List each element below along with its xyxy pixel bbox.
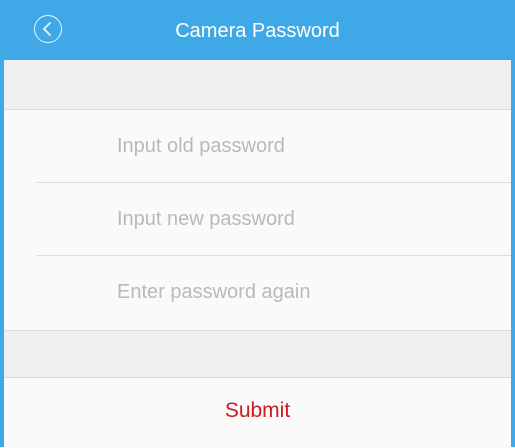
new-password-row [4,183,511,256]
new-password-input[interactable] [117,183,491,256]
old-password-input[interactable] [117,110,491,183]
confirm-password-input[interactable] [117,256,491,329]
old-password-row [4,110,511,183]
camera-password-screen: Camera Password Submit [0,0,515,448]
submit-button[interactable]: Submit [4,377,511,448]
submit-label: Submit [224,399,291,422]
password-form [4,109,511,331]
confirm-password-row [4,256,511,329]
page-title: Camera Password [175,20,340,42]
navigation-bar: Camera Password [4,0,511,60]
